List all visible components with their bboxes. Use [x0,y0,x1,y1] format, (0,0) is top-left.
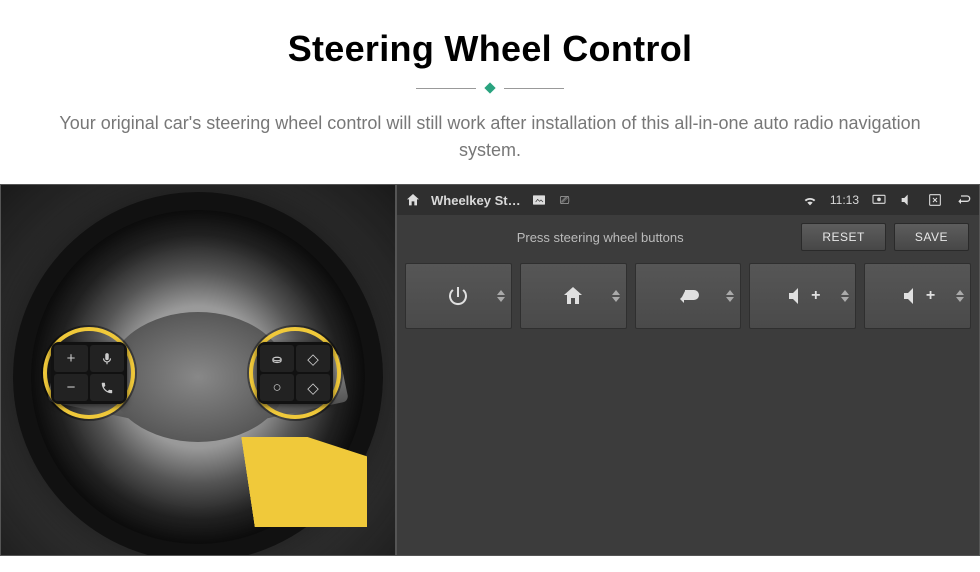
volume-up-icon: + [900,284,935,308]
return-icon [676,284,700,308]
wifi-icon [802,192,818,208]
home-icon [561,284,585,308]
home-tile[interactable] [520,263,627,329]
cast-icon[interactable] [871,192,887,208]
plus-icon: + [54,345,88,372]
headunit-screen: Wheelkey St… ⎚ 11:13 [396,184,980,556]
image-icon [531,192,547,208]
vol-up-tile-2[interactable]: + [864,263,971,329]
minus-icon: − [54,374,88,401]
reset-button[interactable]: RESET [801,223,886,251]
power-icon [446,284,470,308]
save-button[interactable]: SAVE [894,223,969,251]
diamond2-icon: ◇ [296,374,330,401]
vol-up-tile-1[interactable]: + [749,263,856,329]
voice-icon [90,345,124,372]
mute-icon[interactable] [899,192,915,208]
circle-icon: ○ [260,374,294,401]
power-tile[interactable] [405,263,512,329]
instruction-bar: Press steering wheel buttons RESET SAVE [397,215,979,259]
page-subtitle: Your original car's steering wheel contr… [40,110,940,164]
home-nav-icon[interactable] [405,192,421,208]
divider [40,84,940,92]
status-bar: Wheelkey St… ⎚ 11:13 [397,185,979,215]
page-title: Steering Wheel Control [40,28,940,70]
volume-up-icon: + [785,284,820,308]
wheel-button-cluster-right: ◇ ○ ◇ [249,327,341,419]
back-icon[interactable] [955,192,971,208]
source-icon [260,345,294,372]
instruction-text: Press steering wheel buttons [407,230,793,245]
close-app-icon[interactable] [927,192,943,208]
screen-body [397,333,979,555]
wheel-button-cluster-left: + − [43,327,135,419]
back-tile[interactable] [635,263,742,329]
app-title: Wheelkey St… [431,193,521,208]
clock: 11:13 [830,193,859,207]
phone-icon [90,374,124,401]
usb-icon: ⎚ [557,192,573,208]
diamond-icon: ◇ [296,345,330,372]
steering-wheel-image: + − ◇ ○ ◇ [0,184,396,556]
